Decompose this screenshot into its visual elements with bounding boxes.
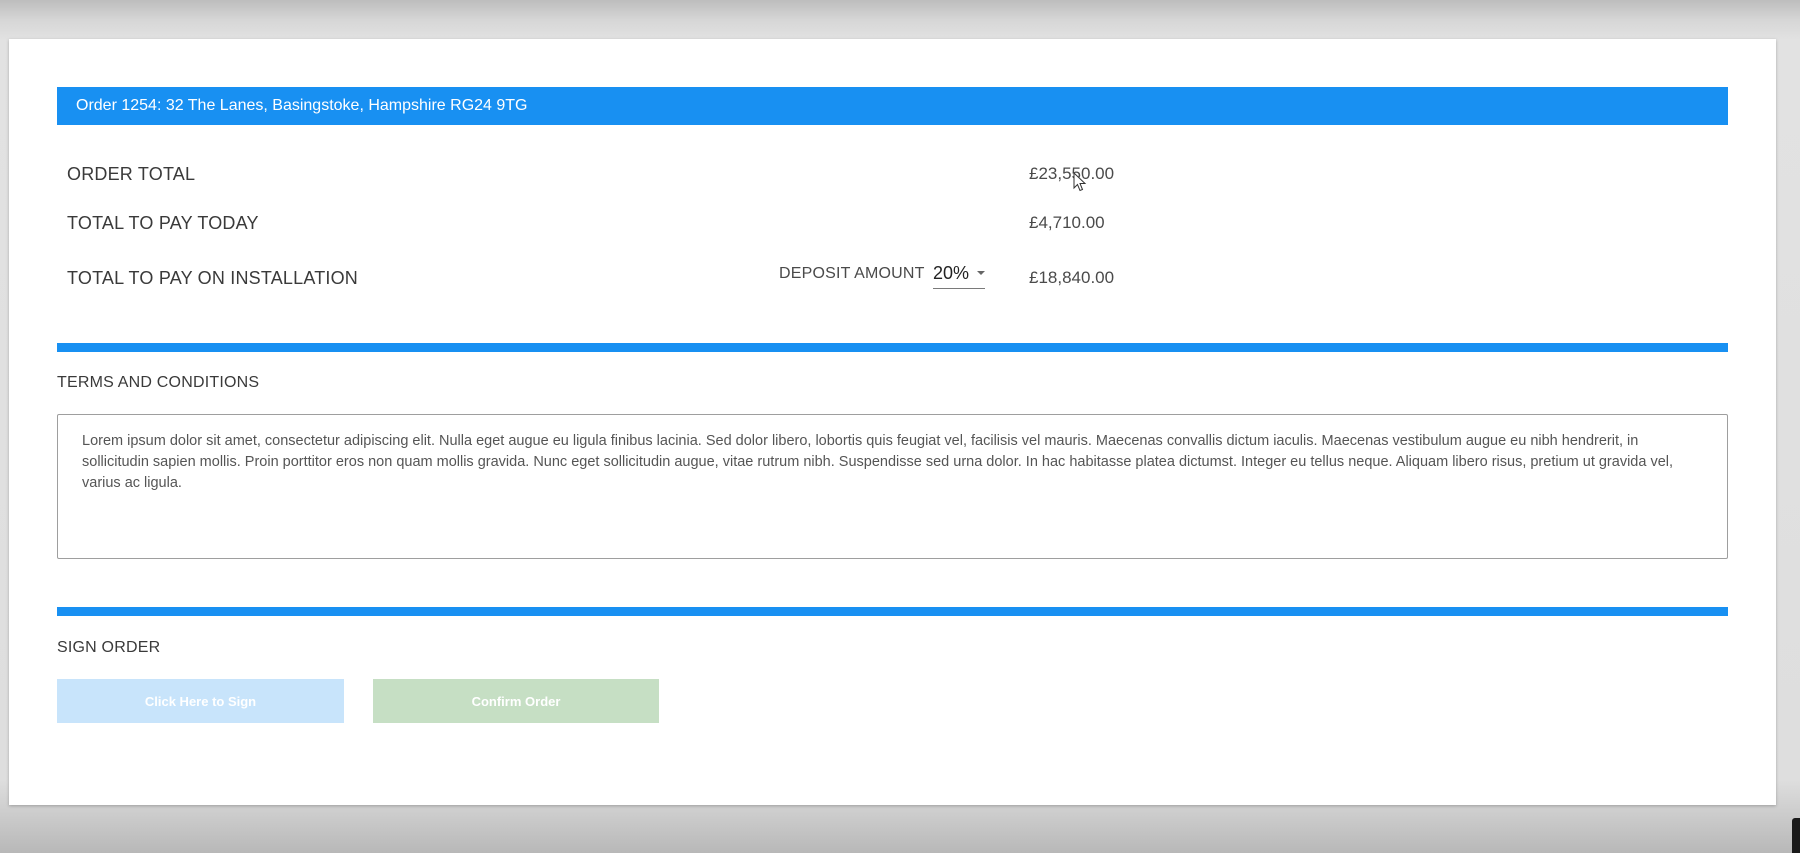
- order-total-value: £23,550.00: [1029, 164, 1115, 183]
- pay-today-value: £4,710.00: [1029, 213, 1105, 232]
- pay-installation-value: £18,840.00: [1029, 268, 1115, 287]
- terms-title: TERMS AND CONDITIONS: [57, 374, 260, 391]
- mouse-cursor-icon: [1073, 172, 1087, 192]
- deposit-amount-label: DEPOSIT AMOUNT: [779, 265, 925, 282]
- order-total-label: ORDER TOTAL: [67, 164, 196, 184]
- sign-order-title: SIGN ORDER: [57, 639, 161, 656]
- click-to-sign-button[interactable]: Click Here to Sign: [57, 679, 344, 723]
- terms-text: Lorem ipsum dolor sit amet, consectetur …: [82, 433, 1674, 491]
- pay-installation-label: TOTAL TO PAY ON INSTALLATION: [67, 268, 359, 288]
- terms-textarea[interactable]: Lorem ipsum dolor sit amet, consectetur …: [57, 414, 1728, 559]
- order-header: Order 1254: 32 The Lanes, Basingstoke, H…: [57, 87, 1728, 125]
- deposit-amount-select[interactable]: 20%: [933, 260, 985, 289]
- pay-today-label: TOTAL TO PAY TODAY: [67, 213, 259, 233]
- scrollbar-thumb[interactable]: [1792, 818, 1800, 853]
- section-divider: [57, 607, 1728, 616]
- order-panel: Order 1254: 32 The Lanes, Basingstoke, H…: [9, 39, 1776, 805]
- deposit-amount-value: 20%: [933, 263, 970, 283]
- caret-down-icon: [977, 271, 985, 275]
- section-divider: [57, 343, 1728, 352]
- confirm-order-button[interactable]: Confirm Order: [373, 679, 659, 723]
